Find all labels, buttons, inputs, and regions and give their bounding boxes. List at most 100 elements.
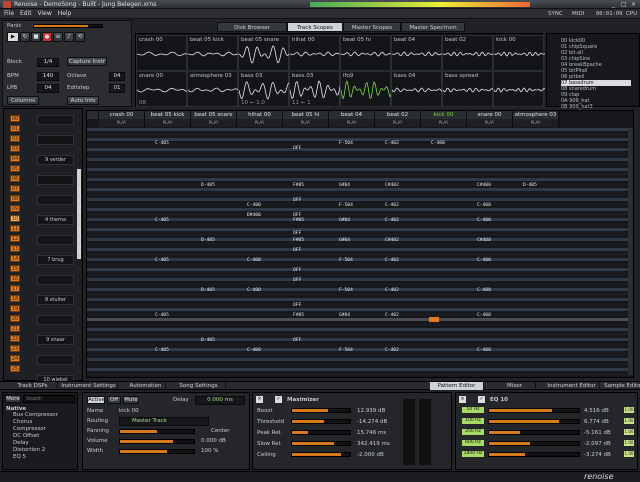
master-volume-slider[interactable] bbox=[33, 24, 103, 28]
note-cell[interactable]: F#05 bbox=[293, 183, 304, 188]
track-scope[interactable]: kick 00 bbox=[493, 35, 545, 71]
track-play-toggle[interactable]: PLAY bbox=[145, 119, 191, 127]
columns-button[interactable]: Columns bbox=[7, 96, 39, 105]
note-cell[interactable]: F-504 bbox=[339, 258, 353, 263]
track-play-toggle[interactable]: PLAY bbox=[329, 119, 375, 127]
sequence-slot[interactable]: 09 bbox=[10, 205, 20, 212]
note-cell[interactable]: OFF bbox=[293, 146, 301, 151]
track-play-toggle[interactable]: PLAY bbox=[237, 119, 283, 127]
sequence-pattern-name[interactable] bbox=[37, 115, 74, 125]
eq-band-frequency[interactable]: 600 Hz bbox=[462, 440, 484, 446]
eq-band-q[interactable]: 1.00 bbox=[624, 429, 634, 435]
note-cell[interactable]: C-402 bbox=[385, 258, 399, 263]
eq-enable-checkbox[interactable]: ✓ bbox=[478, 396, 485, 403]
track-play-toggle[interactable]: PLAY bbox=[467, 119, 513, 127]
track-header[interactable]: atmosphere 03 bbox=[513, 111, 559, 119]
panning-slider[interactable] bbox=[119, 429, 195, 434]
track-header[interactable]: beat 05 hi bbox=[283, 111, 329, 119]
maximize-icon[interactable]: □ bbox=[621, 1, 627, 8]
sequence-pattern-name[interactable] bbox=[37, 315, 74, 325]
block-value[interactable]: 1/4 bbox=[37, 58, 59, 67]
menu-view[interactable]: View bbox=[38, 9, 52, 19]
dsp-list-item[interactable]: Delay bbox=[13, 440, 29, 447]
sequence-pattern-name[interactable]: 4 thema bbox=[37, 215, 74, 225]
width-slider[interactable] bbox=[119, 449, 195, 454]
eq-band-gain-slider[interactable] bbox=[488, 408, 580, 413]
note-cell[interactable]: G#04 bbox=[339, 238, 350, 243]
sequence-pattern-name[interactable] bbox=[37, 275, 74, 285]
octave-value[interactable]: 04 bbox=[109, 72, 125, 81]
tab-track-scopes[interactable]: Track Scopes bbox=[287, 22, 343, 32]
device-close-icon[interactable]: × bbox=[256, 396, 263, 403]
pattern-scrollbar[interactable] bbox=[628, 129, 633, 375]
note-cell[interactable]: C-400 bbox=[431, 141, 445, 146]
dsp-list-item[interactable]: Bus Compressor bbox=[13, 412, 58, 419]
note-cell[interactable]: F#05 bbox=[293, 238, 304, 243]
maximizer-param-slider[interactable] bbox=[291, 441, 351, 446]
dsp-list-item[interactable]: Compressor bbox=[13, 426, 46, 433]
maximizer-param-slider[interactable] bbox=[291, 452, 351, 457]
follow-button[interactable]: ≡ bbox=[53, 32, 63, 42]
note-cell[interactable]: D-405 bbox=[201, 238, 215, 243]
note-cell[interactable]: C-405 bbox=[155, 141, 169, 146]
track-play-toggle[interactable]: PLAY bbox=[191, 119, 237, 127]
note-cell[interactable]: C-400 bbox=[477, 313, 491, 318]
editstep-value[interactable]: 01 bbox=[109, 84, 125, 93]
note-cell[interactable]: C#400 bbox=[477, 238, 491, 243]
more-button[interactable]: More bbox=[5, 395, 21, 403]
sequence-slot[interactable]: 17 bbox=[10, 285, 20, 292]
sequence-pattern-name[interactable]: 8 stuiter bbox=[37, 295, 74, 305]
off-button[interactable]: Off bbox=[107, 396, 121, 404]
dsp-list-item[interactable]: Chorus bbox=[13, 419, 32, 426]
minimize-icon[interactable]: _ bbox=[612, 1, 615, 8]
auto-info-button[interactable]: Auto Info bbox=[67, 96, 99, 105]
bpm-value[interactable]: 140 bbox=[37, 72, 59, 81]
panic-label[interactable]: Panic bbox=[7, 22, 21, 30]
maximizer-param-slider[interactable] bbox=[291, 430, 351, 435]
dsp-list-item[interactable]: DC Offset bbox=[13, 433, 39, 440]
midi-label[interactable]: MIDI bbox=[572, 10, 584, 18]
note-cell[interactable]: F-504 bbox=[339, 288, 353, 293]
track-scope[interactable]: crash 00 bbox=[136, 35, 188, 71]
note-cell[interactable]: C-400 bbox=[247, 258, 261, 263]
eq-band-gain-slider[interactable] bbox=[488, 419, 580, 424]
track-scope[interactable]: beat 02 bbox=[442, 35, 494, 71]
tab-instrument-editor[interactable]: Instrument Editor bbox=[544, 382, 600, 390]
sequence-pattern-name[interactable]: 7 brug bbox=[37, 255, 74, 265]
note-cell[interactable]: OFF bbox=[293, 248, 301, 253]
note-cell[interactable]: F-504 bbox=[339, 141, 353, 146]
sequence-pattern-name[interactable] bbox=[37, 135, 74, 145]
track-scope[interactable]: beat 05 hi bbox=[340, 35, 392, 71]
note-cell[interactable]: OFF bbox=[293, 303, 301, 308]
note-cell[interactable]: C-400 bbox=[477, 218, 491, 223]
note-cell[interactable]: C-400 bbox=[477, 288, 491, 293]
tab-instrument-settings[interactable]: Instrument Settings bbox=[60, 382, 118, 390]
note-cell[interactable]: F-504 bbox=[339, 348, 353, 353]
sequence-slot[interactable]: 01 bbox=[10, 125, 20, 132]
sequence-slot[interactable]: 25 bbox=[10, 365, 20, 372]
dsp-list-item[interactable]: Distortion 2 bbox=[13, 447, 45, 454]
note-cell[interactable]: C#400 bbox=[477, 183, 491, 188]
eq-band-q[interactable]: 1.00 bbox=[624, 407, 634, 413]
note-cell[interactable]: C-400 bbox=[247, 348, 261, 353]
track-scope[interactable] bbox=[493, 71, 545, 107]
delay-value[interactable]: 0.000 ms bbox=[195, 396, 245, 405]
note-cell[interactable]: C-405 bbox=[155, 218, 169, 223]
tab-mixer[interactable]: Mixer bbox=[494, 382, 536, 390]
track-play-toggle[interactable]: PLAY bbox=[283, 119, 329, 127]
maximizer-param-slider[interactable] bbox=[291, 419, 351, 424]
note-cell[interactable]: OFF bbox=[293, 231, 301, 236]
pattern-loop-button[interactable]: ⟲ bbox=[75, 32, 85, 42]
track-scope[interactable]: bass spread bbox=[442, 71, 494, 107]
sequence-slot[interactable]: 04 bbox=[10, 155, 20, 162]
note-cell[interactable]: C-400 bbox=[247, 288, 261, 293]
eq-band-frequency[interactable]: 200 Hz bbox=[462, 429, 484, 435]
menu-help[interactable]: Help bbox=[58, 9, 72, 19]
maximizer-param-slider[interactable] bbox=[291, 408, 351, 413]
sequence-slot[interactable]: 11 bbox=[10, 225, 20, 232]
eq-close-icon[interactable]: × bbox=[459, 396, 466, 403]
sequence-slot[interactable]: 12 bbox=[10, 235, 20, 242]
record-button[interactable]: ● bbox=[42, 32, 52, 42]
sequence-slot[interactable]: 10 bbox=[10, 215, 20, 222]
track-scope[interactable]: beat 04 bbox=[391, 35, 443, 71]
